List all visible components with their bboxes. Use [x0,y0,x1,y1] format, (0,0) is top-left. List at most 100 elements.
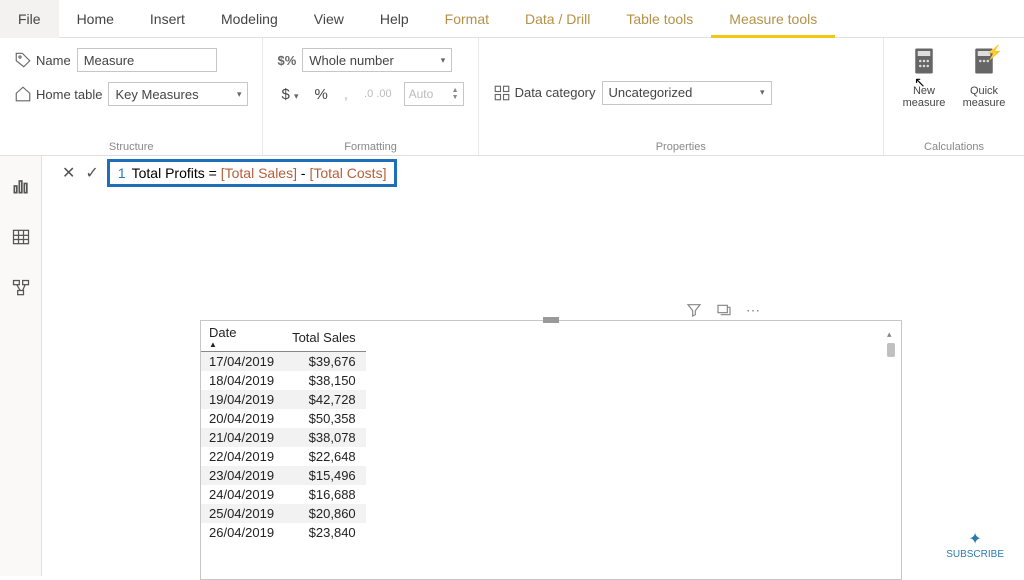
chevron-down-icon: ▾ [760,87,765,98]
table-row[interactable]: 19/04/2019$42,728 [201,390,366,409]
calculator-lightning-icon: ⚡ [969,46,999,83]
calculator-icon [909,46,939,83]
home-table-label: Home table [14,85,102,103]
quick-measure-button[interactable]: ⚡ Quick measure [958,46,1010,139]
table-row[interactable]: 26/04/2019$23,840 [201,523,366,542]
group-structure: Name Measure Home table Key Measures▾ St… [0,38,263,155]
group-label-structure: Structure [14,139,248,153]
group-label-calculations: Calculations [898,139,1010,153]
ribbon-tabs: File Home Insert Modeling View Help Form… [0,0,1024,38]
sort-asc-icon: ▲ [209,340,274,349]
table-row[interactable]: 24/04/2019$16,688 [201,485,366,504]
tab-insert[interactable]: Insert [132,0,203,38]
chevron-down-icon: ▾ [237,89,242,100]
tag-icon [14,51,32,69]
col-header-sales[interactable]: Total Sales [284,321,366,352]
scroll-thumb[interactable] [887,343,895,357]
cell-sales: $23,840 [284,523,366,542]
line-number: 1 [118,165,126,181]
work-area: ✕ ✓ 1 Total Profits = [Total Sales] - [T… [0,156,1024,576]
cell-sales: $22,648 [284,447,366,466]
subscribe-watermark: ✦ SUBSCRIBE [946,529,1004,560]
cell-sales: $38,150 [284,371,366,390]
data-table: Date▲ Total Sales 17/04/2019$39,67618/04… [201,321,366,542]
visual-header: ⋯ [686,302,760,321]
cell-date: 26/04/2019 [201,523,284,542]
cell-sales: $15,496 [284,466,366,485]
table-row[interactable]: 22/04/2019$22,648 [201,447,366,466]
cell-date: 24/04/2019 [201,485,284,504]
home-table-dropdown[interactable]: Key Measures▾ [108,82,248,106]
table-row[interactable]: 23/04/2019$15,496 [201,466,366,485]
decimal-controls[interactable]: .0 .00 [360,88,396,100]
formula-input[interactable]: 1 Total Profits = [Total Sales] - [Total… [107,159,398,187]
cell-date: 17/04/2019 [201,352,284,372]
formula-code: Total Profits = [Total Sales] - [Total C… [132,165,387,181]
formula-bar: ✕ ✓ 1 Total Profits = [Total Sales] - [T… [54,156,1024,190]
report-view-button[interactable] [11,176,31,201]
name-input[interactable]: Measure [77,48,217,72]
filter-icon[interactable] [686,302,702,321]
focus-mode-icon[interactable] [716,302,732,321]
report-canvas[interactable]: ✕ ✓ 1 Total Profits = [Total Sales] - [T… [42,156,1024,576]
format-icon: $% [277,53,296,68]
name-label: Name [14,51,71,69]
cell-date: 19/04/2019 [201,390,284,409]
cell-date: 23/04/2019 [201,466,284,485]
percent-button[interactable]: % [311,86,332,103]
tab-table-tools[interactable]: Table tools [608,0,711,38]
data-category-label: Data category [493,84,596,102]
group-formatting: $% Whole number▾ $ ▾ % , .0 .00 Auto ▲▼ … [263,38,478,155]
table-row[interactable]: 25/04/2019$20,860 [201,504,366,523]
cell-sales: $38,078 [284,428,366,447]
group-label-properties: Properties [493,139,869,153]
cell-sales: $50,358 [284,409,366,428]
category-icon [493,84,511,102]
scroll-up-icon[interactable]: ▴ [887,329,892,340]
cell-date: 22/04/2019 [201,447,284,466]
data-view-button[interactable] [11,227,31,252]
cell-date: 25/04/2019 [201,504,284,523]
more-options-icon[interactable]: ⋯ [746,302,760,321]
cell-sales: $39,676 [284,352,366,372]
tab-view[interactable]: View [296,0,362,38]
home-icon [14,85,32,103]
tab-file[interactable]: File [0,0,59,38]
view-switcher [0,156,42,576]
stepper-up-icon[interactable]: ▲ [452,87,459,94]
cancel-formula-button[interactable]: ✕ [62,163,75,183]
group-properties: Data category Uncategorized▾ Properties [479,38,884,155]
new-measure-button[interactable]: New measure ↖ [898,46,950,139]
cell-sales: $42,728 [284,390,366,409]
tab-home[interactable]: Home [59,0,132,38]
cell-date: 21/04/2019 [201,428,284,447]
cell-sales: $16,688 [284,485,366,504]
stepper-down-icon[interactable]: ▼ [452,94,459,101]
comma-button[interactable]: , [340,86,352,103]
chevron-down-icon: ▾ [441,55,446,66]
cell-date: 20/04/2019 [201,409,284,428]
format-dropdown[interactable]: Whole number▾ [302,48,452,72]
tab-help[interactable]: Help [362,0,427,38]
group-label-formatting: Formatting [277,139,463,153]
scrollbar[interactable]: ▴ [887,343,899,575]
tab-data-drill[interactable]: Data / Drill [507,0,608,38]
decimal-places-input[interactable]: Auto ▲▼ [404,82,464,106]
col-header-date[interactable]: Date▲ [201,321,284,352]
tab-modeling[interactable]: Modeling [203,0,296,38]
group-calculations: New measure ↖ ⚡ Quick measure Calculatio… [884,38,1024,155]
model-view-button[interactable] [11,278,31,303]
table-row[interactable]: 18/04/2019$38,150 [201,371,366,390]
cell-sales: $20,860 [284,504,366,523]
currency-button[interactable]: $ ▾ [277,86,302,103]
table-row[interactable]: 17/04/2019$39,676 [201,352,366,372]
table-row[interactable]: 20/04/2019$50,358 [201,409,366,428]
tab-measure-tools[interactable]: Measure tools [711,0,835,38]
ribbon: Name Measure Home table Key Measures▾ St… [0,38,1024,156]
table-visual[interactable]: Date▲ Total Sales 17/04/2019$39,67618/04… [200,320,902,580]
commit-formula-button[interactable]: ✓ [85,163,98,183]
table-row[interactable]: 21/04/2019$38,078 [201,428,366,447]
data-category-dropdown[interactable]: Uncategorized▾ [602,81,772,105]
tab-format[interactable]: Format [427,0,507,38]
resize-handle-top[interactable] [543,317,559,323]
